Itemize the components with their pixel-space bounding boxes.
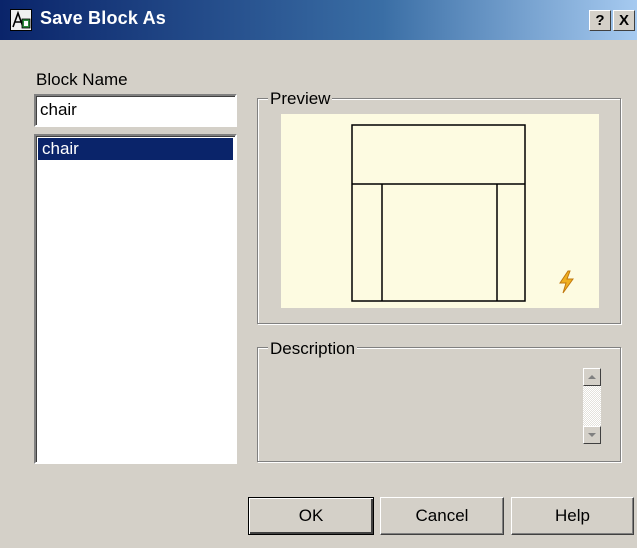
- arrow-down-icon: [588, 433, 596, 437]
- preview-label: Preview: [268, 89, 333, 109]
- block-name-input[interactable]: chair: [34, 94, 237, 127]
- title-bar[interactable]: Save Block As ? X: [0, 0, 637, 40]
- chair-preview-drawing: [351, 124, 526, 302]
- description-group: [257, 347, 621, 462]
- block-name-label: Block Name: [36, 70, 128, 89]
- block-name-input-value: chair: [40, 100, 77, 119]
- scroll-down-button[interactable]: [583, 426, 601, 444]
- description-label: Description: [268, 339, 358, 359]
- ok-button[interactable]: OK: [248, 497, 374, 535]
- block-list[interactable]: chair: [34, 134, 237, 464]
- window-title: Save Block As: [40, 8, 166, 28]
- list-item[interactable]: chair: [38, 138, 233, 160]
- arrow-up-icon: [588, 375, 596, 379]
- scroll-up-button[interactable]: [583, 368, 601, 386]
- close-icon: X: [618, 12, 629, 29]
- chair-outline: [351, 124, 526, 302]
- cancel-button[interactable]: Cancel: [380, 497, 504, 535]
- help-title-button[interactable]: ?: [589, 10, 611, 31]
- block-app-icon: [10, 9, 32, 31]
- list-item-label: chair: [42, 139, 79, 158]
- scroll-track[interactable]: [583, 386, 601, 426]
- lightning-bolt-icon: [559, 270, 574, 294]
- preview-area: [281, 114, 599, 308]
- help-button[interactable]: Help: [511, 497, 634, 535]
- close-button[interactable]: X: [613, 10, 635, 31]
